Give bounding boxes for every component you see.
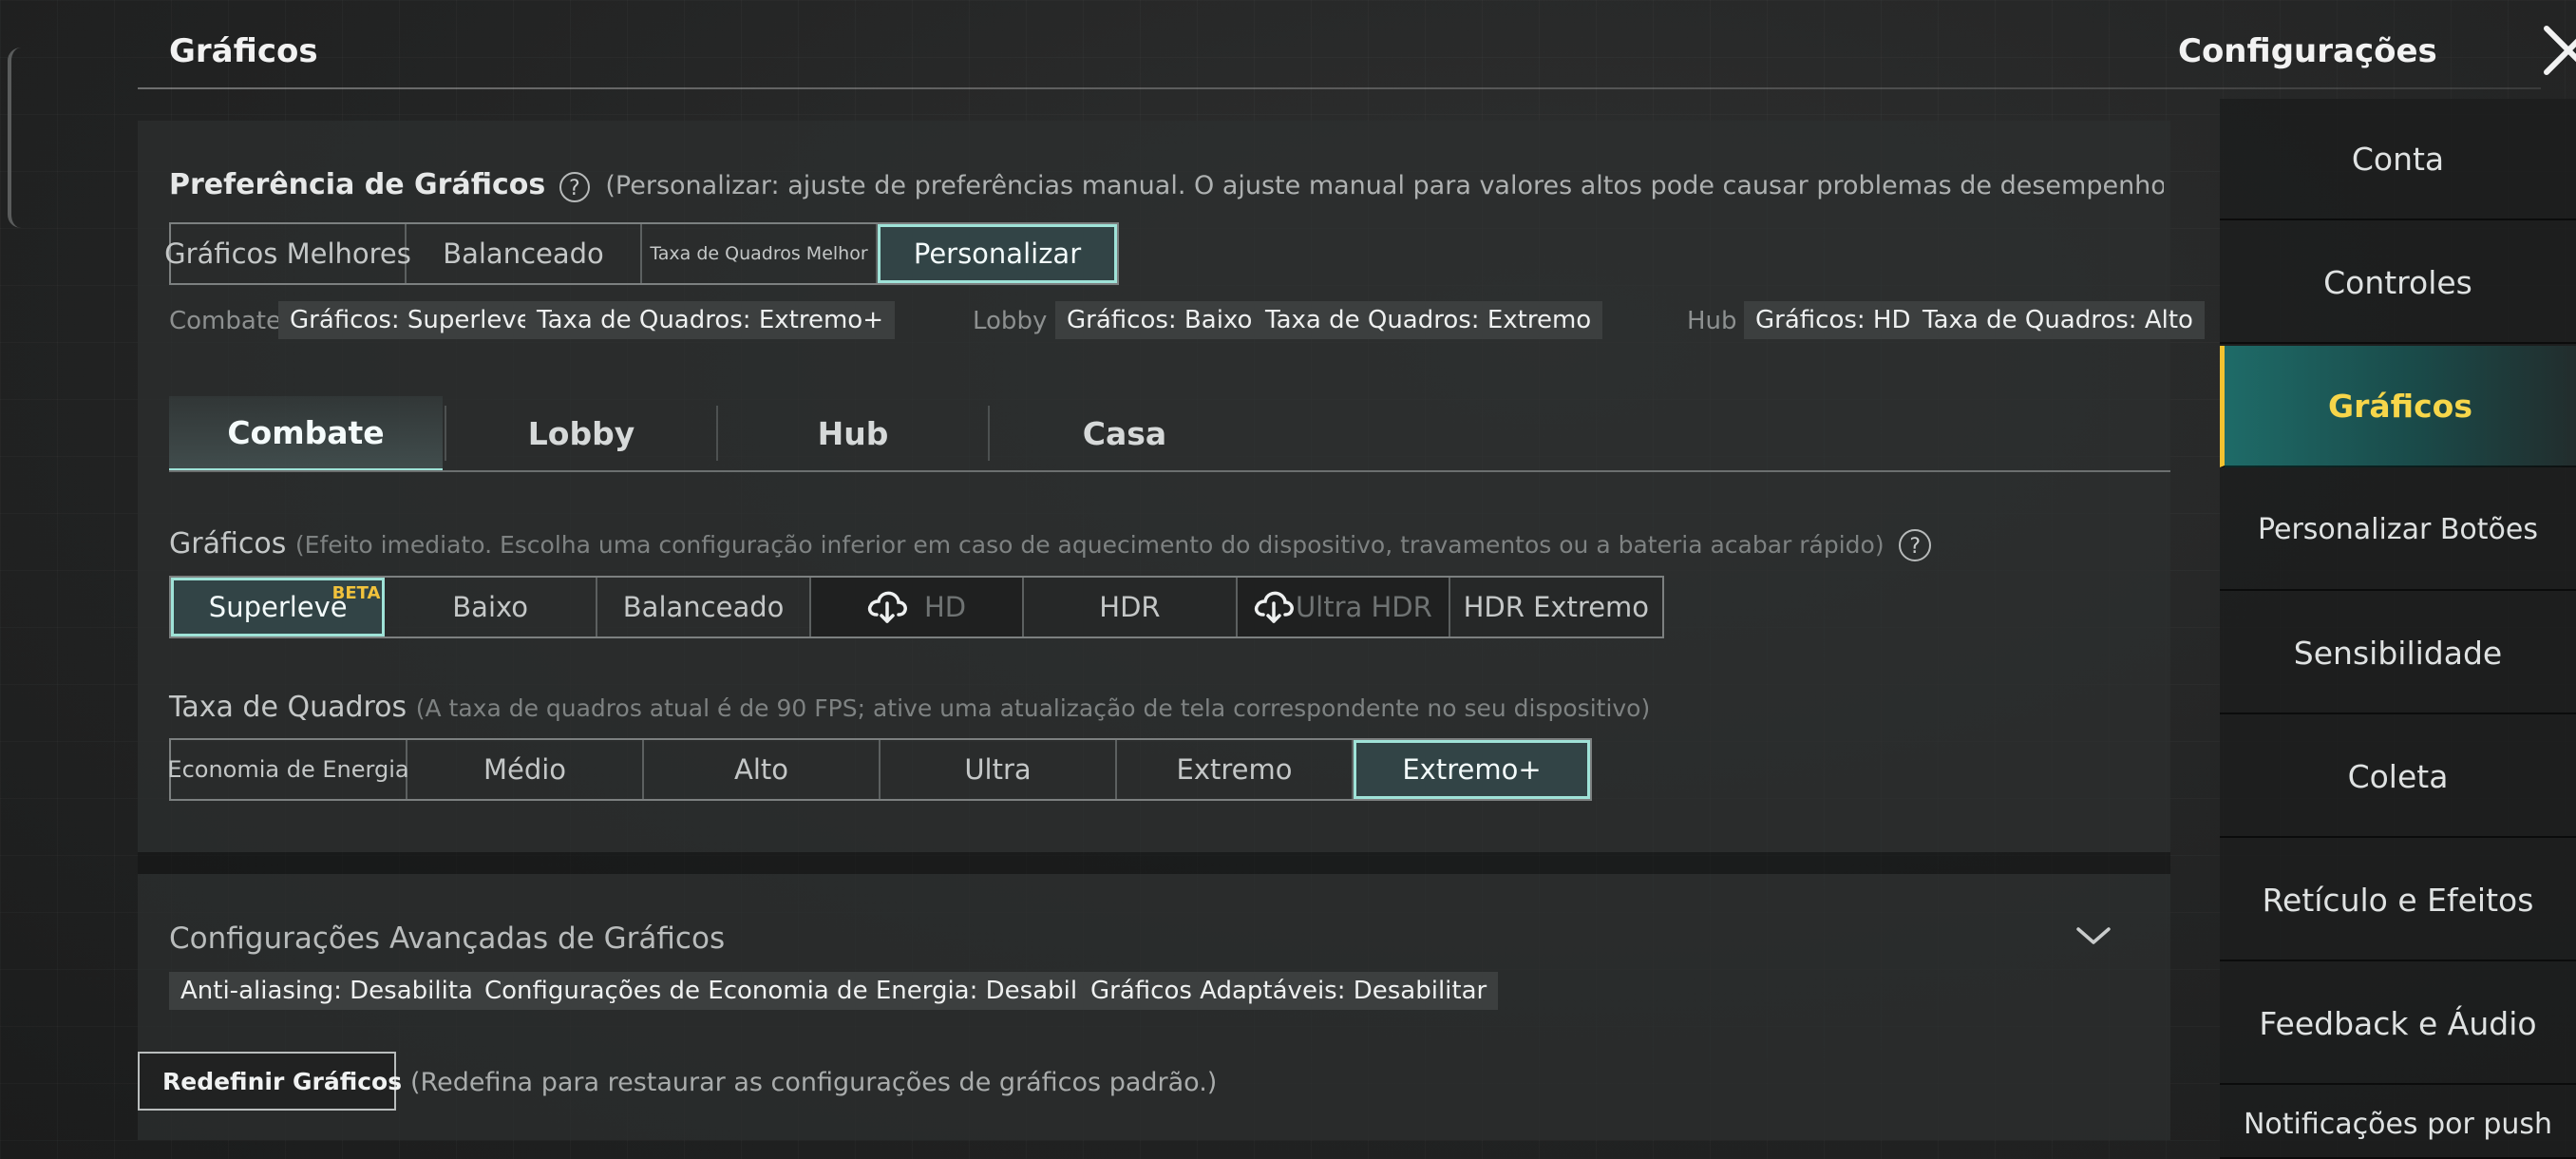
framerate-option-medium[interactable]: Médio [407,740,644,799]
framerate-option-high[interactable]: Alto [644,740,881,799]
graphics-option-superleve[interactable]: Superleve BETA [171,578,386,636]
graphics-option-hdr-extreme[interactable]: HDR Extremo [1449,578,1663,636]
preset-lobby-label: Lobby [973,307,1048,335]
preset-combat-label: Combate [169,307,282,335]
sidebar-item-controls[interactable]: Controles [2220,222,2576,344]
reset-graphics-button[interactable]: Redefinir Gráficos [138,1052,402,1111]
preset-combat-graphics: Gráficos: Superleve [278,301,543,339]
graphics-option-hdr[interactable]: HDR [1023,578,1239,636]
graphics-option-superleve-label: Superleve [208,591,348,623]
graphics-option-hd[interactable]: HD [811,578,1024,636]
graphics-quality-title: Gráficos (Efeito imediato. Escolha uma c… [169,527,1939,561]
close-button[interactable] [2541,23,2576,78]
advanced-tag-antialiasing: Anti-aliasing: Desabilitar [169,972,495,1010]
mode-tabs: Combate Lobby Hub Casa [169,396,2170,474]
settings-sidebar: Conta Controles Gráficos Personalizar Bo… [2220,99,2576,1159]
framerate-option-ultra[interactable]: Ultra [881,740,1117,799]
graphics-settings-panel: Preferência de Gráficos ? (Personalizar:… [138,121,2205,1159]
tab-combat[interactable]: Combate [169,396,443,472]
chevron-down-icon[interactable] [2073,922,2114,950]
sidebar-item-pickup[interactable]: Coleta [2220,716,2576,838]
graphics-option-low[interactable]: Baixo [385,578,597,636]
preset-hub-graphics: Gráficos: HD [1744,301,1923,339]
framerate-title: Taxa de Quadros (A taxa de quadros atual… [169,691,1650,724]
preset-summary: Combate Gráficos: Superleve Taxa de Quad… [169,301,2205,339]
settings-title: Configurações [2178,32,2437,70]
advanced-title[interactable]: Configurações Avançadas de Gráficos [169,922,725,956]
help-icon[interactable]: ? [1899,528,1932,561]
graphics-quality-label: Gráficos [169,527,287,560]
reset-note: (Redefina para restaurar as configuraçõe… [410,1068,1218,1097]
sidebar-item-sensitivity[interactable]: Sensibilidade [2220,593,2576,714]
framerate-label: Taxa de Quadros [169,691,407,724]
help-icon[interactable]: ? [559,171,590,202]
header-divider [138,87,2541,89]
advanced-tag-power-saving: Configurações de Economia de Energia: De… [473,972,1131,1010]
sidebar-item-customize-buttons[interactable]: Personalizar Botões [2220,469,2576,591]
framerate-selector: Economia de Energia Médio Alto Ultra Ext… [167,738,1592,801]
graphics-quality-note: (Efeito imediato. Escolha uma configuraç… [294,531,1885,559]
tab-underline [169,470,2170,472]
sidebar-item-feedback-audio[interactable]: Feedback e Áudio [2220,963,2576,1085]
tab-lobby[interactable]: Lobby [446,396,716,470]
sidebar-item-crosshair-effects[interactable]: Retículo e Efeitos [2220,840,2576,961]
preference-option-custom[interactable]: Personalizar [878,224,1117,283]
framerate-note: (A taxa de quadros atual é de 90 FPS; at… [415,694,1651,722]
preset-lobby-graphics: Gráficos: Baixo [1055,301,1264,339]
framerate-option-extreme-plus[interactable]: Extremo+ [1354,740,1590,799]
header: Gráficos Configurações [138,0,2576,91]
preset-hub-label: Hub [1687,307,1737,335]
advanced-section: Configurações Avançadas de Gráficos Anti… [138,874,2170,1140]
graphics-preference-row: Preferência de Gráficos ? (Personalizar:… [169,168,2164,202]
sidebar-item-push-notifications[interactable]: Notificações por push [2220,1087,2576,1159]
beta-badge: BETA [331,583,381,603]
graphics-option-hd-label: HD [923,591,967,623]
sidebar-item-account[interactable]: Conta [2220,99,2576,220]
preference-option-better-graphics[interactable]: Gráficos Melhores [164,224,411,283]
cloud-download-icon [1254,591,1294,623]
framerate-option-extreme[interactable]: Extremo [1117,740,1354,799]
preset-lobby-framerate: Taxa de Quadros: Extremo [1254,301,1603,339]
graphics-preference-description: (Personalizar: ajuste de preferências ma… [605,171,2164,200]
preference-option-balanced[interactable]: Balanceado [407,224,642,283]
tab-home[interactable]: Casa [990,396,1260,470]
graphics-option-ultra-hdr[interactable]: Ultra HDR [1238,578,1450,636]
graphics-option-ultra-hdr-label: Ultra HDR [1295,591,1432,623]
preference-option-better-framerate[interactable]: Taxa de Quadros Melhor [642,224,878,283]
edge-handle [8,48,21,228]
graphics-option-balanced[interactable]: Balanceado [597,578,812,636]
graphics-quality-selector: Superleve BETA Baixo Balanceado HD HDR U… [169,576,1664,638]
reset-graphics-label: Redefinir Gráficos [162,1067,403,1095]
framerate-option-power-saving[interactable]: Economia de Energia [167,740,409,799]
advanced-tag-adaptive-graphics: Gráficos Adaptáveis: Desabilitar [1079,972,1499,1010]
cloud-download-icon [867,591,907,623]
page-title: Gráficos [169,32,318,70]
preset-hub-framerate: Taxa de Quadros: Alto [1911,301,2205,339]
preset-combat-framerate: Taxa de Quadros: Extremo+ [525,301,895,339]
graphics-preference-label: Preferência de Gráficos [169,168,546,201]
tab-hub[interactable]: Hub [718,396,988,470]
panel-divider [138,852,2170,874]
close-icon [2544,26,2576,75]
sidebar-item-graphics[interactable]: Gráficos [2220,346,2576,467]
graphics-preference-selector: Gráficos Melhores Balanceado Taxa de Qua… [164,222,1119,285]
